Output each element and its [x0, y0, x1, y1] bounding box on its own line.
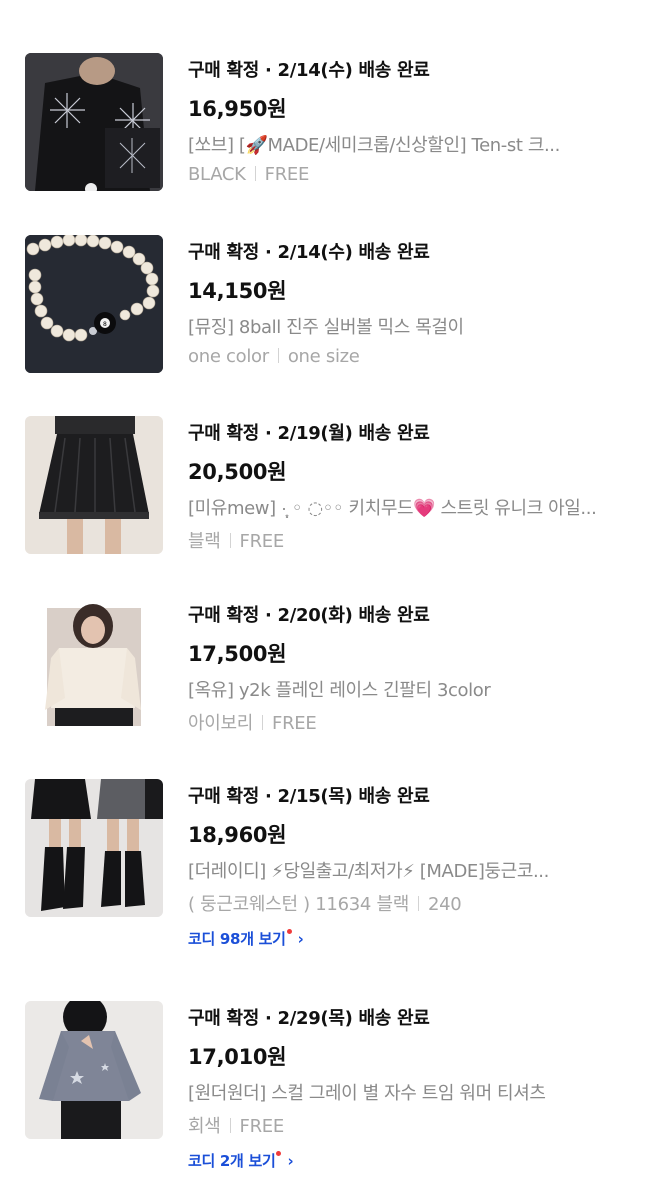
product-options: 블랙 FREE: [188, 527, 284, 553]
option-size: FREE: [272, 713, 317, 734]
product-title[interactable]: [쏘브] [🚀MADE/세미크롭/신상할인] Ten-st 크...: [188, 131, 613, 157]
view-coordi-label: 코디 98개 보기: [188, 930, 286, 948]
order-status: 구매 확정 · 2/19(월) 배송 완료: [188, 423, 430, 444]
option-color: ( 둥근코웨스턴 ) 11634 블랙: [188, 894, 409, 915]
new-dot-icon: [276, 1151, 282, 1156]
option-color: 회색: [188, 1116, 221, 1137]
order-price: 16,950원: [188, 97, 287, 121]
option-color: one color: [188, 346, 269, 367]
black-pleated-skirt-photo[interactable]: [25, 416, 163, 554]
order-price: 17,010원: [188, 1045, 287, 1069]
order-price: 18,960원: [188, 823, 287, 847]
option-color: BLACK: [188, 164, 246, 185]
black-western-boots-photo[interactable]: [25, 779, 163, 917]
product-title[interactable]: [더레이디] ⚡당일출고/최저가⚡ [MADE]둥근코...: [188, 857, 613, 883]
product-options: BLACK FREE: [188, 164, 309, 185]
option-color: 블랙: [188, 531, 221, 552]
view-coordi-link[interactable]: 코디 98개 보기 ›: [188, 928, 304, 949]
product-options: 아이보리 FREE: [188, 709, 317, 735]
product-title[interactable]: [미유mew] ·̩͙ ◦ ◌◦◦ 키치무드💗 스트릿 유니크 아일...: [188, 494, 613, 520]
option-size: 240: [427, 894, 462, 915]
option-size: FREE: [239, 531, 285, 552]
order-price: 20,500원: [188, 460, 287, 484]
view-coordi-label: 코디 2개 보기: [188, 1152, 276, 1170]
product-options: one color one size: [188, 346, 360, 367]
product-title[interactable]: [뮤징] 8ball 진주 실버볼 믹스 목걸이: [188, 313, 613, 339]
order-status: 구매 확정 · 2/14(수) 배송 완료: [188, 242, 430, 263]
option-size: FREE: [239, 1116, 285, 1137]
product-title[interactable]: [원더원더] 스컬 그레이 별 자수 트임 워머 티셔츠: [188, 1079, 613, 1105]
order-status: 구매 확정 · 2/15(목) 배송 완료: [188, 786, 430, 807]
option-divider: [229, 533, 231, 548]
option-divider: [254, 166, 256, 181]
order-status: 구매 확정 · 2/20(화) 배송 완료: [188, 605, 430, 626]
order-price: 14,150원: [188, 279, 287, 303]
chevron-right-icon: ›: [297, 930, 304, 948]
product-options: ( 둥근코웨스턴 ) 11634 블랙 240: [188, 890, 462, 916]
option-divider: [229, 1118, 231, 1133]
black-graphic-tee-photo[interactable]: [25, 53, 163, 191]
svg-text:8: 8: [103, 321, 107, 328]
product-options: 회색 FREE: [188, 1112, 284, 1138]
option-color: 아이보리: [188, 713, 254, 734]
order-price: 17,500원: [188, 642, 287, 666]
order-status: 구매 확정 · 2/14(수) 배송 완료: [188, 60, 430, 81]
view-coordi-link[interactable]: 코디 2개 보기 ›: [188, 1150, 294, 1171]
product-title[interactable]: [옥유] y2k 플레인 레이스 긴팔티 3color: [188, 676, 613, 702]
order-status: 구매 확정 · 2/29(목) 배송 완료: [188, 1008, 430, 1029]
option-divider: [277, 348, 279, 363]
option-size: one size: [287, 346, 360, 367]
new-dot-icon: [286, 929, 292, 934]
option-size: FREE: [264, 164, 310, 185]
pearl-necklace-photo[interactable]: 8: [25, 235, 163, 373]
option-divider: [262, 715, 264, 730]
chevron-right-icon: ›: [287, 1152, 294, 1170]
option-divider: [417, 896, 419, 911]
ivory-lace-top-photo[interactable]: [25, 598, 163, 736]
gray-star-tee-photo[interactable]: [25, 1001, 163, 1139]
